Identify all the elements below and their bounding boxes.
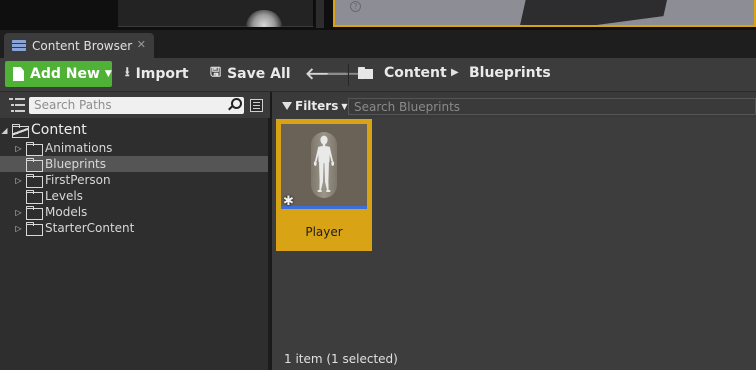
add-new-button[interactable]: Add New ▼ [5,61,112,87]
save-icon: 🖫 [210,65,222,80]
help-icon: ? [350,1,361,12]
details-panel-fragment [118,0,314,27]
tab-label: Content Browser [32,38,133,53]
content-browser-toolbar: Add New ▼ ⭳ Import 🖫 Save All 🡐 🡒 Conten… [0,58,756,92]
search-icon[interactable] [228,98,242,110]
level-viewport[interactable]: ? [333,0,756,27]
tree-item-label: Levels [45,189,83,203]
breadcrumb-separator-icon[interactable]: ▶ [451,67,459,78]
import-button[interactable]: ⭳ Import [125,61,189,87]
sources-header [0,92,270,118]
viewport-mesh [517,0,673,25]
material-preview-sphere [246,10,282,27]
add-new-label: Add New [30,66,100,82]
collapsed-arrow-icon[interactable]: ▷ [14,224,23,233]
content-browser-icon [12,40,26,51]
sources-toggle-icon[interactable] [9,98,25,112]
search-blueprints-input[interactable] [348,98,756,115]
folder-icon [26,206,43,220]
tree-item-animations[interactable]: ▷ Animations [0,140,268,156]
sources-panel: ◢ Content ▷ Animations Blueprints ▷ Firs… [0,92,270,370]
asset-tile-player[interactable]: ✱ Player [276,119,372,251]
tree-item-models[interactable]: ▷ Models [0,204,268,220]
import-icon: ⭳ [125,65,130,80]
toolbar-divider [348,64,349,86]
filter-icon [282,102,292,110]
collapsed-arrow-icon[interactable]: ▷ [14,144,23,153]
tree-item-label: FirstPerson [45,173,111,187]
breadcrumb-content[interactable]: Content [384,65,447,81]
tree-item-blueprints[interactable]: Blueprints [0,156,268,172]
scrollbar-fragment [316,0,324,28]
breadcrumb-blueprints[interactable]: Blueprints [469,65,551,81]
search-paths-input[interactable] [29,97,244,114]
asset-view-header: Filters ▼ [272,92,756,118]
folder-icon[interactable] [358,67,373,79]
asset-grid[interactable]: ✱ Player [272,118,756,352]
unsaved-asterisk-icon: ✱ [283,194,294,209]
folder-icon [26,142,43,156]
chevron-down-icon: ▼ [341,101,348,111]
tree-item-startercontent[interactable]: ▷ StarterContent [0,220,268,236]
collapsed-arrow-icon[interactable]: ▷ [14,176,23,185]
import-label: Import [135,66,189,82]
filters-button[interactable]: Filters ▼ [282,98,348,114]
tree-item-content[interactable]: ◢ Content [0,122,268,138]
folder-open-icon [12,124,29,138]
collapsed-arrow-icon[interactable]: ▷ [14,208,23,217]
tab-content-browser[interactable]: Content Browser ✕ [4,33,154,58]
tree-item-label: Content [31,122,87,138]
tab-bar: Content Browser ✕ [0,30,756,58]
tree-item-levels[interactable]: Levels [0,188,268,204]
filters-label: Filters [295,99,339,113]
save-all-label: Save All [227,66,291,82]
tree-item-label: StarterContent [45,221,135,235]
save-all-button[interactable]: 🖫 Save All [210,61,291,87]
tree-item-label: Blueprints [45,157,107,171]
new-document-icon [13,67,24,81]
folder-icon [26,158,43,172]
viewport-strip: ? [0,0,756,30]
folder-icon [26,222,43,236]
tree-item-label: Animations [45,141,113,155]
close-icon[interactable]: ✕ [137,38,146,51]
view-options-icon[interactable] [250,99,263,112]
asset-view-panel: Filters ▼ Search Blueprints ✱ Player 1 i… [272,92,756,370]
expanded-arrow-icon[interactable]: ◢ [0,126,9,135]
folder-icon [26,174,43,188]
asset-count-status: 1 item (1 selected) [284,352,398,366]
chevron-down-icon: ▼ [104,69,112,79]
asset-name: Player [305,225,343,239]
tree-item-label: Models [45,205,88,219]
folder-icon [26,190,43,204]
tree-item-firstperson[interactable]: ▷ FirstPerson [0,172,268,188]
